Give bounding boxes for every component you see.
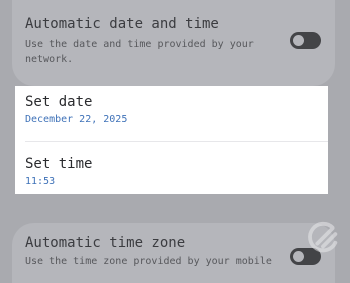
toggle-knob: [293, 251, 304, 262]
set-date-value: December 22, 2025: [25, 114, 128, 125]
toggle-knob: [293, 35, 304, 46]
date-time-picker-card: Set date December 22, 2025 Set time 11:5…: [15, 86, 328, 194]
auto-date-time-description: Use the date and time provided by your n…: [25, 37, 254, 67]
set-time-value: 11:53: [25, 176, 56, 187]
g-logo-icon: [308, 221, 338, 253]
auto-time-zone-title: Automatic time zone: [25, 235, 186, 251]
set-time-item[interactable]: Set time 11:53: [15, 142, 328, 194]
set-date-item[interactable]: Set date December 22, 2025: [15, 86, 328, 140]
auto-time-zone-card: Automatic time zone Use the time zone pr…: [12, 223, 335, 283]
auto-time-zone-desc-line1: Use the time zone provided by your mobil…: [25, 256, 272, 267]
auto-date-time-toggle[interactable]: [290, 32, 321, 49]
set-date-title: Set date: [25, 94, 93, 110]
set-time-title: Set time: [25, 156, 93, 172]
auto-date-time-desc-line2: network.: [25, 54, 74, 65]
auto-date-time-desc-line1: Use the date and time provided by your: [25, 39, 254, 50]
auto-date-time-title: Automatic date and time: [25, 16, 219, 32]
auto-date-time-card: Automatic date and time Use the date and…: [12, 0, 335, 86]
